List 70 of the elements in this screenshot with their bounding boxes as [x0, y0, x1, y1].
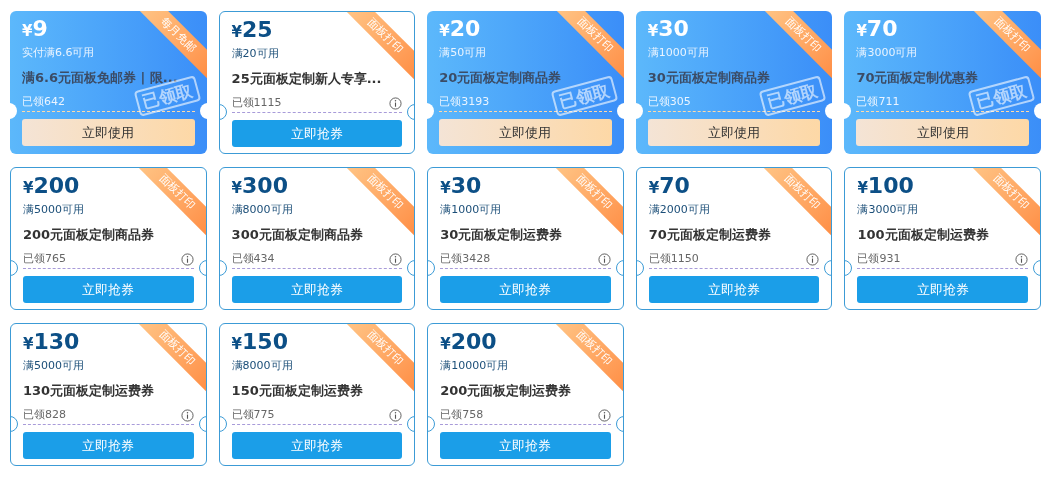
currency-symbol: ¥ — [440, 335, 451, 355]
coupon-title: 300元面板定制商品券 — [231, 225, 364, 244]
claimed-count: 已领711 — [856, 94, 900, 110]
claimed-count: 已领1115 — [231, 95, 282, 111]
coupon-amount: 20 — [449, 15, 481, 43]
coupon-amount: 30 — [658, 15, 689, 43]
currency-symbol: ¥ — [231, 335, 243, 355]
info-icon[interactable] — [180, 252, 194, 266]
info-icon[interactable] — [1015, 252, 1028, 266]
coupon-amount: 200 — [450, 328, 497, 356]
coupon-button[interactable]: 立即抢券 — [857, 276, 1028, 303]
currency-symbol: ¥ — [23, 179, 34, 199]
coupon-title: 130元面板定制运费券 — [23, 381, 156, 400]
info-icon[interactable] — [597, 252, 611, 266]
currency-symbol: ¥ — [857, 179, 868, 199]
coupon-amount: 200 — [33, 172, 80, 200]
claimed-count: 已领828 — [23, 407, 66, 423]
coupon-amount: 9 — [32, 15, 48, 43]
info-icon[interactable] — [389, 96, 403, 110]
info-icon[interactable] — [389, 408, 403, 422]
coupon-title: 70元面板定制运费券 — [648, 225, 772, 244]
coupon-button[interactable]: 立即抢券 — [231, 432, 403, 459]
currency-symbol: ¥ — [22, 22, 33, 42]
coupon-button[interactable]: 立即使用 — [439, 119, 612, 146]
coupon-button[interactable]: 立即抢券 — [440, 276, 611, 303]
currency-symbol: ¥ — [647, 22, 659, 42]
currency-symbol: ¥ — [231, 23, 243, 43]
claimed-count: 已领1150 — [648, 251, 699, 267]
currency-symbol: ¥ — [856, 22, 867, 42]
coupon-amount: 130 — [33, 328, 80, 356]
info-icon[interactable] — [806, 252, 820, 266]
claimed-count: 已领758 — [440, 407, 484, 423]
coupon-button[interactable]: 立即抢券 — [231, 120, 403, 147]
claimed-count: 已领765 — [23, 251, 66, 267]
coupon-amount: 100 — [867, 172, 914, 200]
coupon-amount: 300 — [242, 172, 288, 200]
claimed-count: 已领3193 — [439, 94, 490, 110]
info-icon[interactable] — [180, 408, 194, 422]
coupon-title: 25元面板定制新人专享... — [231, 69, 383, 88]
coupon-button[interactable]: 立即抢券 — [23, 276, 194, 303]
coupon-title: 150元面板定制运费券 — [231, 381, 364, 400]
coupon-button[interactable]: 立即使用 — [647, 119, 821, 146]
claimed-count: 已领931 — [857, 251, 901, 267]
coupon-amount: 70 — [659, 172, 690, 200]
coupon-button[interactable]: 立即使用 — [856, 119, 1029, 146]
coupon-amount: 70 — [866, 15, 898, 43]
coupon-amount: 25 — [242, 16, 273, 44]
coupon-amount: 30 — [450, 172, 482, 200]
coupon-title: 200元面板定制商品券 — [23, 225, 156, 244]
currency-symbol: ¥ — [23, 335, 34, 355]
claimed-count: 已领3428 — [440, 251, 491, 267]
coupon-button[interactable]: 立即抢券 — [648, 276, 820, 303]
currency-symbol: ¥ — [648, 179, 660, 199]
claimed-count: 已领434 — [231, 251, 275, 267]
coupon-title: 100元面板定制运费券 — [857, 225, 990, 244]
coupon-button[interactable]: 立即使用 — [22, 119, 195, 146]
info-icon[interactable] — [597, 408, 611, 422]
coupon-title: 30元面板定制运费券 — [440, 225, 564, 244]
coupon-title: 200元面板定制运费券 — [440, 381, 573, 400]
coupon-amount: 150 — [242, 328, 288, 356]
claimed-count: 已领642 — [22, 94, 65, 110]
claimed-count: 已领305 — [647, 94, 691, 110]
coupon-button[interactable]: 立即抢券 — [440, 432, 611, 459]
claimed-count: 已领775 — [231, 407, 275, 423]
currency-symbol: ¥ — [440, 179, 451, 199]
currency-symbol: ¥ — [231, 179, 243, 199]
info-icon[interactable] — [389, 252, 403, 266]
coupon-button[interactable]: 立即抢券 — [23, 432, 194, 459]
currency-symbol: ¥ — [439, 22, 450, 42]
coupon-button[interactable]: 立即抢券 — [231, 276, 403, 303]
